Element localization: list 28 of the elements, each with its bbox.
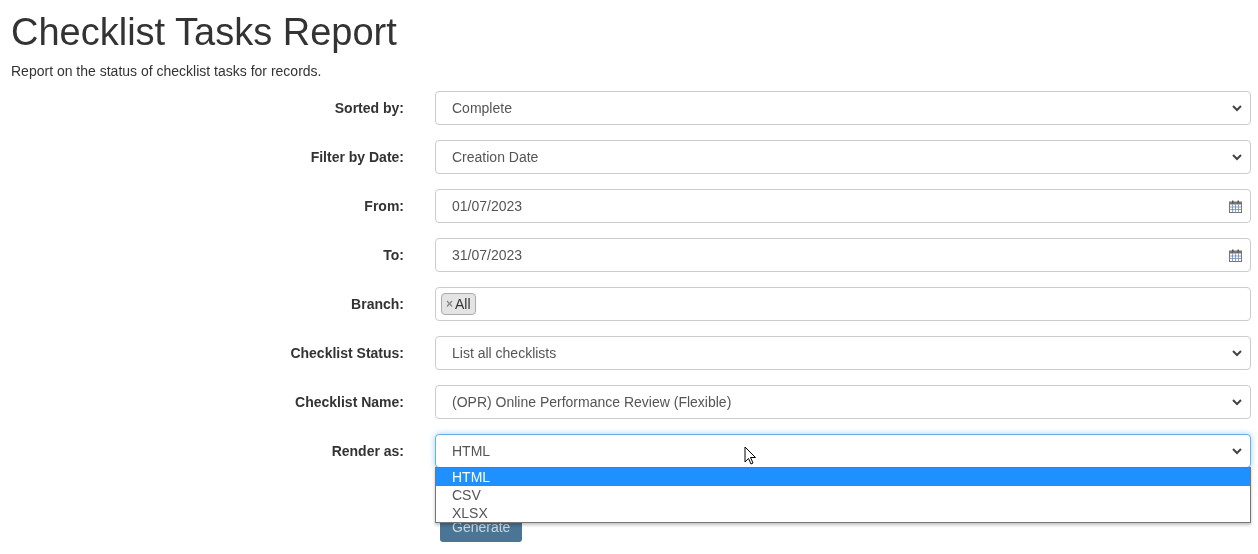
select-field[interactable]: HTML xyxy=(435,434,1251,468)
date-field[interactable]: 31/07/2023 xyxy=(435,238,1251,272)
dropdown-option[interactable]: CSV xyxy=(436,486,1250,504)
chevron-down-icon xyxy=(1232,447,1242,455)
field-label: Filter by Date: xyxy=(310,147,404,167)
chevron-down-icon xyxy=(1232,153,1242,161)
date-field[interactable]: 01/07/2023 xyxy=(435,189,1251,223)
page-description: Report on the status of checklist tasks for records. xyxy=(11,62,322,80)
calendar-icon xyxy=(1229,199,1242,213)
select-field[interactable]: List all checklists xyxy=(435,336,1251,370)
field-label: From: xyxy=(364,196,404,216)
select-field[interactable]: (OPR) Online Performance Review (Flexible) xyxy=(435,385,1251,419)
calendar-icon xyxy=(1229,248,1242,262)
chevron-down-icon xyxy=(1232,349,1242,357)
field-label: To: xyxy=(383,245,404,265)
select-field[interactable]: Creation Date xyxy=(435,140,1251,174)
field-label: Render as: xyxy=(331,441,404,461)
branch-tag[interactable]: ×All xyxy=(441,293,476,315)
field-label: Branch: xyxy=(351,294,404,314)
chevron-down-icon xyxy=(1232,398,1242,406)
mouse-cursor-icon xyxy=(744,446,757,465)
field-label: Checklist Name: xyxy=(295,392,404,412)
tag-input-field[interactable]: ×All xyxy=(435,287,1251,321)
select-field[interactable]: Complete xyxy=(435,91,1251,125)
chevron-down-icon xyxy=(1232,104,1242,112)
field-label: Checklist Status: xyxy=(290,343,404,363)
field-label: Sorted by: xyxy=(334,98,404,118)
page-title: Checklist Tasks Report xyxy=(11,10,397,54)
